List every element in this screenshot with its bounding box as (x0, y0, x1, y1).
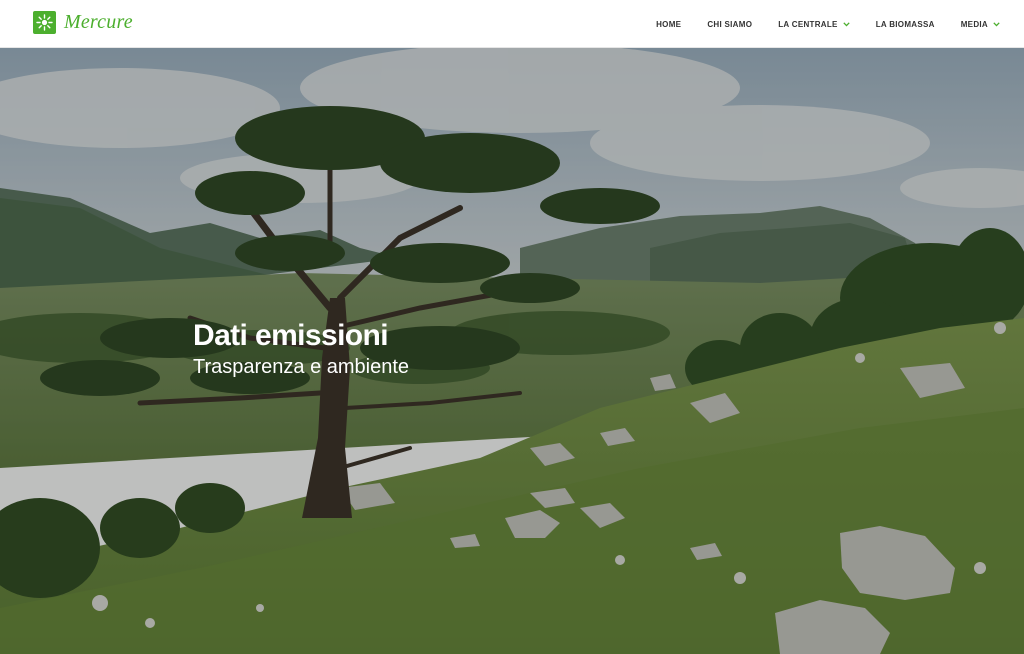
nav-item-label: LA BIOMASSA (875, 19, 935, 29)
chevron-down-icon (993, 21, 1000, 27)
site-logo[interactable]: Mercure (33, 11, 133, 34)
nav-item-la-biomassa[interactable]: LA BIOMASSA (866, 0, 945, 48)
nav-item-label: MEDIA (960, 19, 988, 29)
nav-item-label: CHI SIAMO (707, 19, 753, 29)
nav-item-la-centrale[interactable]: LA CENTRALE (768, 0, 859, 48)
nav-item-label: LA CENTRALE (778, 19, 838, 29)
site-header: Mercure HOME CHI SIAMO LA CENTRALE LA BI… (0, 0, 1024, 48)
hero-text-block: Dati emissioni Trasparenza e ambiente (193, 318, 409, 382)
nav-item-media[interactable]: MEDIA (951, 0, 1010, 48)
nav-item-home[interactable]: HOME (646, 0, 691, 48)
hero-overlay (0, 48, 1024, 654)
nav-item-label: HOME (656, 19, 682, 29)
sun-icon (33, 11, 56, 34)
main-nav: HOME CHI SIAMO LA CENTRALE LA BIOMASSA M… (646, 0, 1010, 48)
hero-section: Dati emissioni Trasparenza e ambiente (0, 48, 1024, 654)
brand-name: Mercure (64, 11, 133, 33)
chevron-down-icon (843, 21, 850, 27)
nav-item-chi-siamo[interactable]: CHI SIAMO (697, 0, 762, 48)
hero-title: Dati emissioni (193, 319, 389, 352)
hero-subtitle: Trasparenza e ambiente (193, 356, 410, 378)
